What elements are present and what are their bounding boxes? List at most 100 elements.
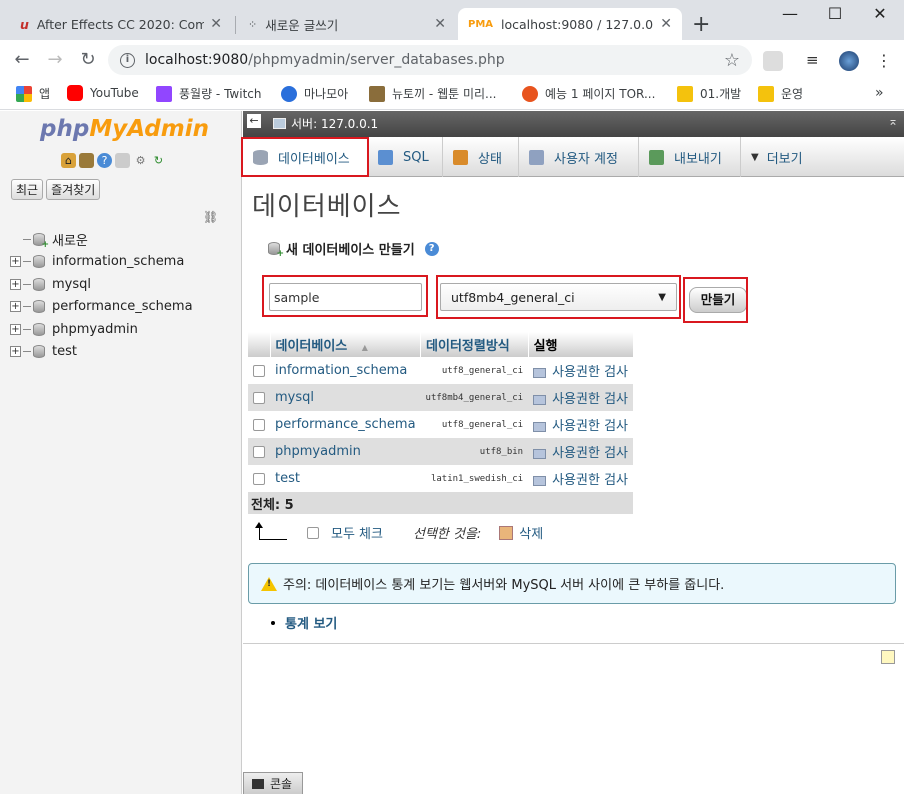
database-name-link[interactable]: test	[270, 465, 421, 492]
sort-arrow-icon: ▲	[361, 343, 368, 352]
check-privileges-link[interactable]: 사용권한 검사	[528, 465, 633, 492]
tab-export[interactable]: 내보내기	[639, 137, 741, 177]
tab-databases[interactable]: 데이터베이스	[243, 137, 368, 177]
database-name-link[interactable]: phpmyadmin	[270, 438, 421, 465]
reload-navigation-icon[interactable]: ↻	[151, 153, 166, 168]
new-tab-button[interactable]: +	[692, 12, 710, 37]
address-bar[interactable]: i localhost:9080/phpmyadmin/server_datab…	[108, 45, 752, 75]
tab-user-accounts[interactable]: 사용자 계정	[519, 137, 639, 177]
expand-icon[interactable]: +	[10, 256, 21, 268]
row-checkbox[interactable]	[253, 364, 265, 377]
browser-tab-after-effects[interactable]: u After Effects CC 2020: Compl ✕	[10, 8, 232, 40]
enable-statistics-link[interactable]: 통계 보기	[271, 613, 337, 632]
expand-icon[interactable]: +	[10, 323, 21, 335]
bookmark-folder-ops[interactable]: 운영	[758, 85, 803, 102]
expand-icon[interactable]: +	[10, 278, 21, 290]
tree-item-test[interactable]: + test	[10, 341, 193, 364]
tree-item-mysql[interactable]: + mysql	[10, 273, 193, 296]
bookmark-twitch[interactable]: 풍월량 - Twitch	[156, 85, 261, 102]
url-path: /phpmyadmin/server_databases.php	[248, 52, 505, 68]
tree-item-label: performance_schema	[52, 299, 193, 315]
tab-status[interactable]: 상태	[443, 137, 519, 177]
table-header-collation[interactable]: 데이터정렬방식	[420, 332, 529, 357]
check-privileges-link[interactable]: 사용권한 검사	[528, 357, 633, 384]
bookmark-apps[interactable]: 앱	[16, 85, 50, 102]
tree-item-performance-schema[interactable]: + performance_schema	[10, 296, 193, 319]
database-name-link[interactable]: mysql	[270, 384, 421, 411]
table-header-checkbox	[248, 332, 271, 357]
back-icon[interactable]: ←	[10, 49, 34, 70]
delete-icon[interactable]	[499, 525, 514, 540]
create-database-button[interactable]: 만들기	[689, 287, 747, 313]
tree-line	[23, 328, 31, 330]
tree-item-phpmyadmin[interactable]: + phpmyadmin	[10, 318, 193, 341]
bookmarks-bar: 앱 YouTube 풍월량 - Twitch 마나모아 뉴토끼 - 웹툰 미리.…	[0, 80, 904, 110]
settings-gear-icon[interactable]: ⚙	[133, 153, 148, 168]
help-icon[interactable]: ?	[97, 153, 112, 168]
nav-buttons: 최근 즐겨찾기	[11, 179, 101, 200]
bookmark-folder-dev[interactable]: 01.개발	[677, 85, 741, 102]
bookmark-label: YouTube	[90, 86, 139, 100]
tab-more[interactable]: ▼ 더보기	[741, 137, 825, 177]
delete-link[interactable]: 삭제	[519, 523, 543, 542]
collapse-navigation-icon[interactable]: ←	[247, 114, 261, 128]
check-privileges-link[interactable]: 사용권한 검사	[528, 411, 633, 438]
close-tab-icon[interactable]: ✕	[210, 16, 222, 32]
more-bookmarks-button[interactable]: »	[875, 85, 884, 101]
extension-icon[interactable]	[763, 51, 783, 71]
server-breadcrumb[interactable]: 서버: 127.0.0.1	[273, 115, 378, 132]
database-name-input[interactable]	[269, 283, 422, 311]
close-tab-icon[interactable]: ✕	[434, 16, 446, 32]
favorites-button[interactable]: 즐겨찾기	[46, 179, 101, 200]
phpmyadmin-logo[interactable]: phpMyAdmin	[40, 116, 209, 142]
profile-avatar[interactable]	[839, 51, 859, 71]
privileges-icon	[533, 421, 547, 432]
collation-select[interactable]: utf8mb4_general_ci ▼	[440, 283, 677, 311]
menu-kebab-icon[interactable]: ⋮	[876, 51, 896, 71]
row-checkbox[interactable]	[253, 445, 265, 458]
link-with-main-panel-icon[interactable]: ⛓	[203, 210, 218, 224]
documentation-icon[interactable]	[115, 153, 130, 168]
forward-icon[interactable]: →	[43, 49, 67, 70]
reading-list-icon[interactable]: ≡	[806, 51, 826, 71]
page-settings-icon[interactable]	[881, 650, 895, 664]
help-icon[interactable]: ?	[424, 241, 439, 256]
reload-icon[interactable]: ↻	[76, 49, 100, 70]
close-tab-icon[interactable]: ✕	[660, 16, 672, 32]
check-all-label[interactable]: 모두 체크	[331, 523, 383, 542]
row-checkbox[interactable]	[253, 391, 265, 404]
bookmark-manamoa[interactable]: 마나모아	[281, 85, 348, 102]
bookmark-newtoki[interactable]: 뉴토끼 - 웹툰 미리...	[369, 85, 497, 102]
row-checkbox[interactable]	[253, 472, 265, 485]
site-info-icon[interactable]: i	[120, 52, 135, 68]
check-all-checkbox[interactable]	[307, 526, 319, 539]
close-window-icon[interactable]: ✕	[860, 4, 900, 23]
bookmark-youtube[interactable]: YouTube	[67, 85, 139, 101]
scroll-top-icon[interactable]: ⌅	[888, 114, 898, 128]
database-icon	[33, 322, 45, 336]
browser-tab-new-post[interactable]: ⁘ 새로운 글쓰기 ✕	[238, 8, 456, 40]
expand-icon[interactable]: +	[10, 301, 21, 313]
bookmark-star-icon[interactable]: ☆	[724, 50, 740, 71]
database-name-link[interactable]: information_schema	[270, 357, 421, 384]
logout-icon[interactable]	[79, 153, 94, 168]
tree-item-information-schema[interactable]: + information_schema	[10, 251, 193, 274]
tree-item-new[interactable]: 새로운	[10, 228, 193, 251]
check-privileges-link[interactable]: 사용권한 검사	[528, 384, 633, 411]
console-toggle[interactable]: 콘솔	[243, 772, 303, 794]
database-name-link[interactable]: performance_schema	[270, 411, 421, 438]
table-header-database[interactable]: 데이터베이스 ▲	[270, 332, 422, 357]
browser-tab-phpmyadmin[interactable]: PMA localhost:9080 / 127.0.0.1 | p ✕	[458, 8, 682, 40]
home-icon[interactable]: ⌂	[61, 153, 76, 168]
expand-icon[interactable]: +	[10, 346, 21, 358]
bookmark-torrent[interactable]: 예능 1 페이지 TOR...	[522, 85, 655, 102]
recent-button[interactable]: 최근	[11, 179, 44, 200]
check-privileges-link[interactable]: 사용권한 검사	[528, 438, 633, 465]
dropdown-arrow-icon: ▼	[751, 151, 759, 163]
bulk-actions: 모두 체크 선택한 것을: 삭제	[255, 521, 543, 542]
tab-sql[interactable]: SQL	[368, 137, 443, 177]
action-label: 사용권한 검사	[552, 392, 628, 407]
maximize-icon[interactable]: ☐	[815, 4, 855, 23]
minimize-icon[interactable]: —	[770, 4, 810, 23]
row-checkbox[interactable]	[253, 418, 265, 431]
